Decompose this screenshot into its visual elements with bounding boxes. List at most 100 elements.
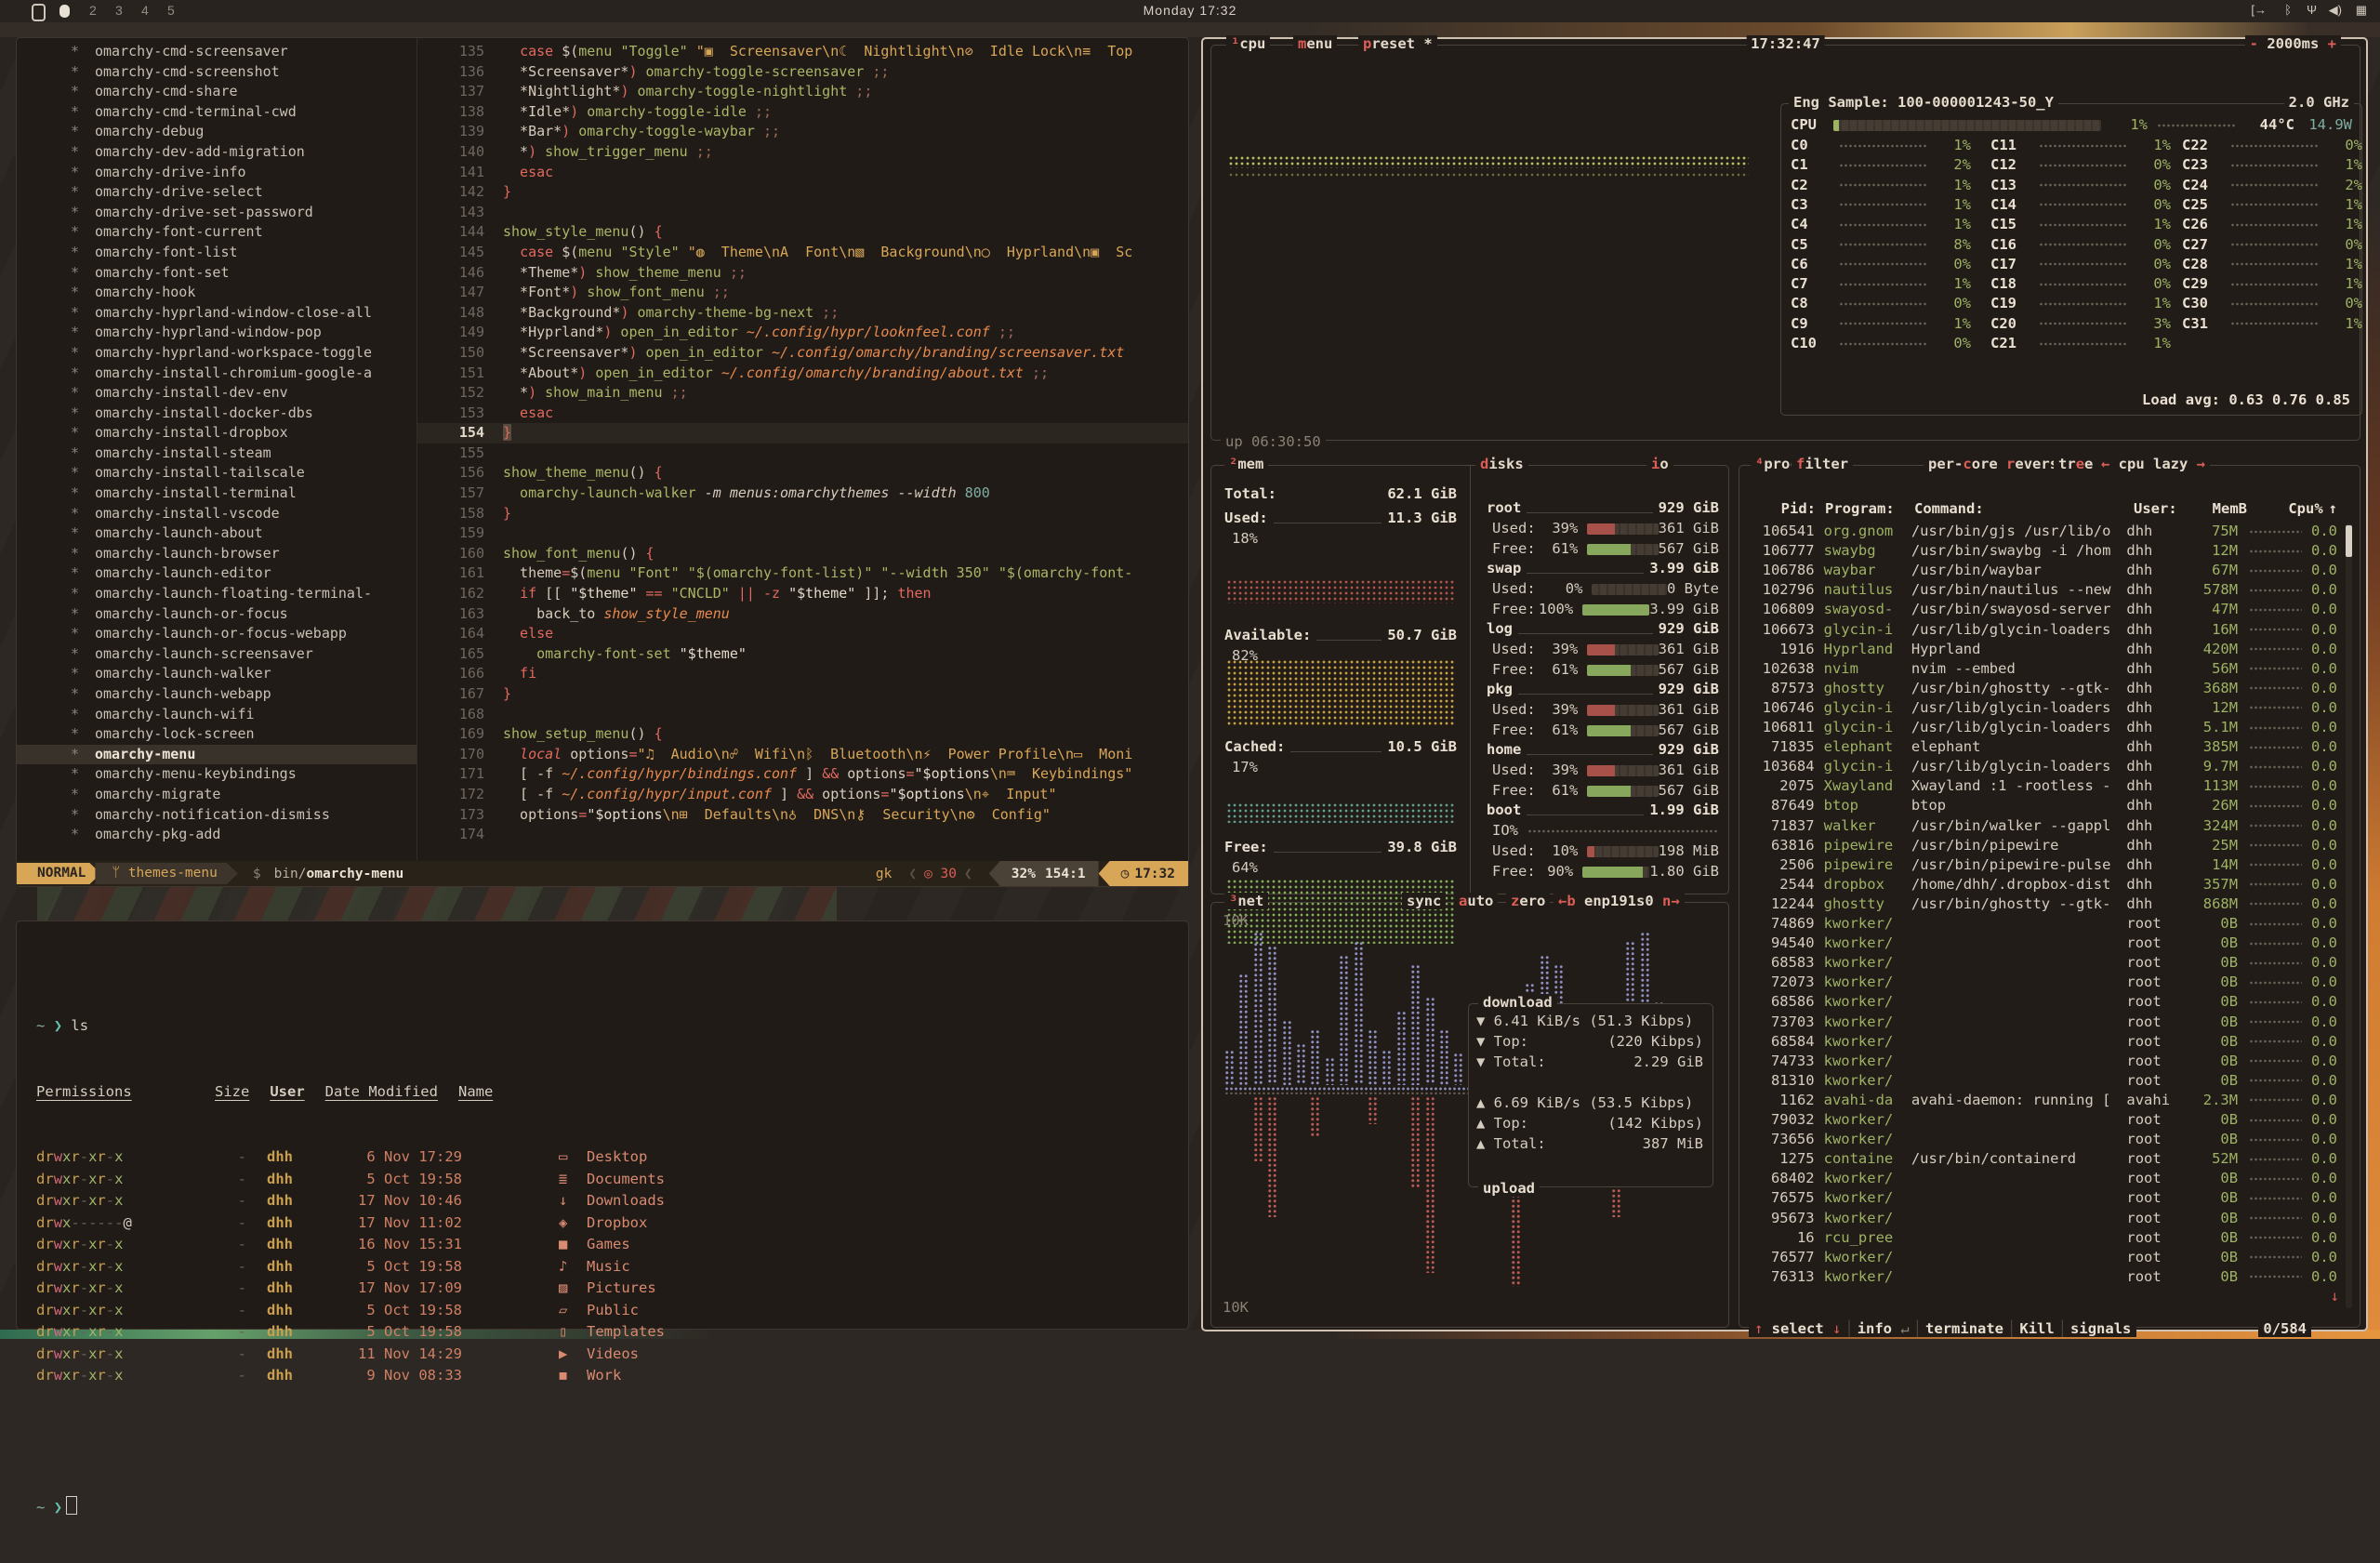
tree-item[interactable]: *omarchy-hyprland-window-close-all bbox=[17, 303, 416, 324]
tree-item[interactable]: *omarchy-drive-set-password bbox=[17, 203, 416, 223]
tree-item[interactable]: *omarchy-install-vscode bbox=[17, 504, 416, 524]
process-row[interactable]: 72073kworker/root0B0.0 bbox=[1747, 973, 2337, 992]
process-row[interactable]: 106541org.gnom/usr/bin/gjs /usr/lib/odhh… bbox=[1747, 522, 2337, 541]
tree-item[interactable]: *omarchy-hyprland-window-pop bbox=[17, 323, 416, 343]
ls-row[interactable]: drwxr-xr-x-dhh 5 Oct 19:58♪Music bbox=[36, 1256, 1179, 1278]
proc-subtab-per-core[interactable]: per-core bbox=[1924, 456, 2003, 472]
tree-item[interactable]: *omarchy-menu bbox=[17, 745, 416, 765]
tree-item[interactable]: *omarchy-hyprland-workspace-toggle bbox=[17, 343, 416, 364]
tree-item[interactable]: *omarchy-menu-keybindings bbox=[17, 764, 416, 785]
tree-item[interactable]: *omarchy-launch-about bbox=[17, 523, 416, 544]
net-interface[interactable]: ←b enp191s0 n→ bbox=[1554, 893, 1685, 909]
process-row[interactable]: 68586kworker/root0B0.0 bbox=[1747, 992, 2337, 1012]
prompt-line-current[interactable]: ~ ❯ bbox=[36, 1496, 1179, 1519]
process-row[interactable]: 12244ghostty/usr/bin/ghostty --gtk-dhh86… bbox=[1747, 894, 2337, 914]
tree-item[interactable]: *omarchy-launch-screensaver bbox=[17, 644, 416, 665]
tree-item[interactable]: *omarchy-install-terminal bbox=[17, 483, 416, 504]
proc-subtab-filter[interactable]: filter bbox=[1792, 456, 1853, 472]
ls-row[interactable]: drwxr-xr-x-dhh 5 Oct 19:58≣Documents bbox=[36, 1169, 1179, 1191]
tree-item[interactable]: *omarchy-font-set bbox=[17, 263, 416, 284]
bluetooth-icon[interactable]: ᛒ bbox=[2284, 3, 2292, 17]
proc-sort-nav[interactable]: ← cpu lazy → bbox=[2096, 456, 2210, 472]
ls-row[interactable]: drwxr-xr-x-dhh16 Nov 15:31■Games bbox=[36, 1234, 1179, 1256]
process-row[interactable]: 1916HyprlandHyprlanddhh420M0.0 bbox=[1747, 640, 2337, 659]
ls-row[interactable]: drwxr-xr-x-dhh11 Nov 14:29▶Videos bbox=[36, 1344, 1179, 1366]
tree-item[interactable]: *omarchy-font-current bbox=[17, 222, 416, 243]
tree-item[interactable]: *omarchy-drive-select bbox=[17, 182, 416, 203]
tree-item[interactable]: *omarchy-install-steam bbox=[17, 444, 416, 464]
process-row[interactable]: 68402kworker/root0B0.0 bbox=[1747, 1169, 2337, 1188]
process-row[interactable]: 76575kworker/root0B0.0 bbox=[1747, 1188, 2337, 1208]
process-row[interactable]: 106777swaybg/usr/bin/swaybg -i /homdhh12… bbox=[1747, 541, 2337, 561]
tree-item[interactable]: *omarchy-debug bbox=[17, 122, 416, 142]
process-row[interactable]: 106811glycin-i/usr/lib/glycin-loadersdhh… bbox=[1747, 718, 2337, 737]
tree-item[interactable]: *omarchy-cmd-screenshot bbox=[17, 62, 416, 83]
process-row[interactable]: 1275containe/usr/bin/containerdroot52M0.… bbox=[1747, 1149, 2337, 1169]
disks-tab[interactable]: disks bbox=[1475, 456, 1528, 472]
logout-icon[interactable]: [→ bbox=[2251, 3, 2267, 17]
process-row[interactable]: 106746glycin-i/usr/lib/glycin-loadersdhh… bbox=[1747, 698, 2337, 718]
tree-item[interactable]: *omarchy-install-chromium-google-a bbox=[17, 364, 416, 384]
tree-item[interactable]: *omarchy-dev-add-migration bbox=[17, 142, 416, 163]
io-tab[interactable]: io bbox=[1646, 456, 1673, 472]
process-row[interactable]: 68584kworker/root0B0.0 bbox=[1747, 1032, 2337, 1052]
tree-item[interactable]: *omarchy-pkg-add bbox=[17, 825, 416, 845]
tree-item[interactable]: *omarchy-launch-walker bbox=[17, 664, 416, 684]
tree-item[interactable]: *omarchy-launch-webapp bbox=[17, 684, 416, 705]
update-interval[interactable]: - 2000ms + bbox=[2245, 35, 2341, 52]
process-row[interactable]: 106809swayosd-/usr/bin/swayosd-serverdhh… bbox=[1747, 600, 2337, 619]
tree-item[interactable]: *omarchy-launch-wifi bbox=[17, 705, 416, 725]
process-row[interactable]: 94540kworker/root0B0.0 bbox=[1747, 934, 2337, 953]
process-row[interactable]: 76577kworker/root0B0.0 bbox=[1747, 1248, 2337, 1267]
tree-item[interactable]: *omarchy-install-dropbox bbox=[17, 423, 416, 444]
footer-key-info[interactable]: info ↵ bbox=[1858, 1320, 1910, 1337]
proc-scroll-thumb[interactable] bbox=[2346, 525, 2352, 557]
tree-item[interactable]: *omarchy-cmd-share bbox=[17, 82, 416, 102]
tree-item[interactable]: *omarchy-launch-or-focus bbox=[17, 604, 416, 625]
process-row[interactable]: 73656kworker/root0B0.0 bbox=[1747, 1130, 2337, 1149]
footer-key-signals[interactable]: signals bbox=[2070, 1320, 2131, 1337]
ls-row[interactable]: drwxr-xr-x-dhh 5 Oct 19:58▱Public bbox=[36, 1300, 1179, 1322]
tree-item[interactable]: *omarchy-cmd-terminal-cwd bbox=[17, 102, 416, 123]
process-row[interactable]: 74733kworker/root0B0.0 bbox=[1747, 1052, 2337, 1071]
tree-item[interactable]: *omarchy-hook bbox=[17, 283, 416, 303]
footer-key-terminate[interactable]: terminate bbox=[1925, 1320, 2003, 1337]
process-row[interactable]: 102638nvimnvim --embeddhh56M0.0 bbox=[1747, 659, 2337, 679]
proc-subtab-tree[interactable]: tree bbox=[2054, 456, 2097, 472]
proc-scroll-track[interactable] bbox=[2346, 523, 2352, 1308]
process-row[interactable]: 81310kworker/root0B0.0 bbox=[1747, 1071, 2337, 1091]
tree-item[interactable]: *omarchy-launch-floating-terminal- bbox=[17, 584, 416, 604]
tree-item[interactable]: *omarchy-install-dev-env bbox=[17, 383, 416, 404]
footer-key-select[interactable]: ↑ select ↓ bbox=[1754, 1320, 1841, 1337]
process-row[interactable]: 79032kworker/root0B0.0 bbox=[1747, 1110, 2337, 1130]
process-row[interactable]: 95673kworker/root0B0.0 bbox=[1747, 1209, 2337, 1228]
net-subtab-auto[interactable]: auto bbox=[1454, 893, 1498, 909]
process-row[interactable]: 87649btopbtopdhh26M0.0 bbox=[1747, 796, 2337, 815]
process-row[interactable]: 76313kworker/root0B0.0 bbox=[1747, 1267, 2337, 1287]
ls-row[interactable]: drwxr-xr-x-dhh 9 Nov 08:33◼Work bbox=[36, 1365, 1179, 1387]
process-row[interactable]: 2544dropbox/home/dhh/.dropbox-distdhh357… bbox=[1747, 875, 2337, 894]
ls-row[interactable]: drwxr-xr-x-dhh17 Nov 17:09▨Pictures bbox=[36, 1278, 1179, 1300]
ls-row[interactable]: drwxr-xr-x-dhh 6 Nov 17:29▭Desktop bbox=[36, 1146, 1179, 1169]
tree-item[interactable]: *omarchy-notification-dismiss bbox=[17, 805, 416, 826]
cpu-tab[interactable]: ¹cpu bbox=[1226, 35, 1270, 52]
footer-key-Kill[interactable]: Kill bbox=[2019, 1320, 2054, 1337]
process-row[interactable]: 2075XwaylandXwayland :1 -rootless -dhh11… bbox=[1747, 776, 2337, 796]
tree-item[interactable]: *omarchy-cmd-screensaver bbox=[17, 42, 416, 62]
code-buffer[interactable]: 135 case $(menu "Toggle" "▣ Screensaver\… bbox=[417, 42, 1188, 860]
process-row[interactable]: 63816pipewire/usr/bin/pipewiredhh25M0.0 bbox=[1747, 836, 2337, 855]
cpu-icon[interactable]: ▦ bbox=[2356, 3, 2367, 18]
terminal-scrollback[interactable]: ~ ❯ ls PermissionsSizeUserDate ModifiedN… bbox=[36, 972, 1179, 1323]
process-row[interactable]: 16rcu_preeroot0B0.0 bbox=[1747, 1228, 2337, 1248]
process-row[interactable]: 106786waybar/usr/bin/waybardhh67M0.0 bbox=[1747, 561, 2337, 580]
process-row[interactable]: 2506pipewire/usr/bin/pipewire-pulsedhh14… bbox=[1747, 855, 2337, 875]
tree-item[interactable]: *omarchy-lock-screen bbox=[17, 724, 416, 745]
process-row[interactable]: 103684glycin-i/usr/lib/glycin-loadersdhh… bbox=[1747, 757, 2337, 776]
net-subtab-zero[interactable]: zero bbox=[1506, 893, 1550, 909]
volume-icon[interactable]: ◀) bbox=[2329, 3, 2342, 18]
process-row[interactable]: 68583kworker/root0B0.0 bbox=[1747, 953, 2337, 973]
tree-item[interactable]: *omarchy-drive-info bbox=[17, 163, 416, 183]
diagnostics-badge[interactable]: ◎ 30 bbox=[924, 867, 957, 881]
process-row[interactable]: 1162avahi-daavahi-daemon: running [avahi… bbox=[1747, 1091, 2337, 1110]
tree-item[interactable]: *omarchy-launch-editor bbox=[17, 563, 416, 584]
